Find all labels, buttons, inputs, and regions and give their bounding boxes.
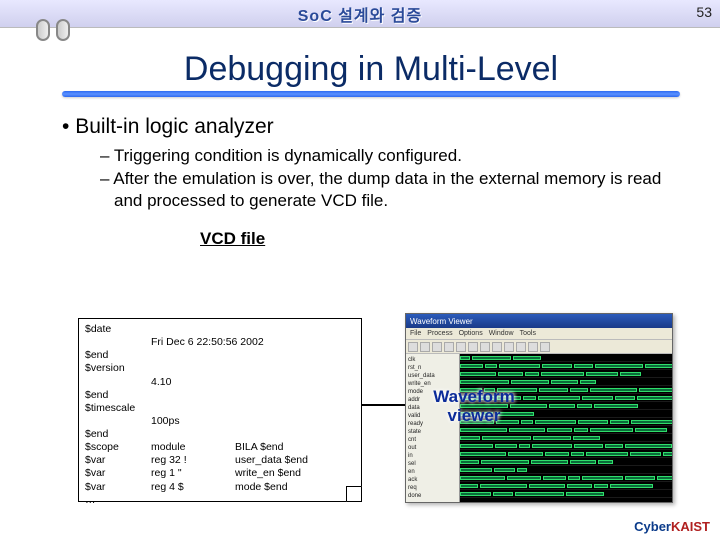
vcd-var2-name: write_en $end — [235, 467, 301, 480]
vcd-var3-name: mode $end — [235, 481, 288, 494]
bullet-level2-2: After the emulation is over, the dump da… — [100, 168, 686, 211]
vcd-date-val: Fri Dec 6 22:50:56 2002 — [151, 336, 264, 349]
vcd-var2-key: $var — [85, 467, 151, 480]
vcd-var1-name: user_data $end — [235, 454, 308, 467]
vcd-var1-key: $var — [85, 454, 151, 467]
vcd-var3-key: $var — [85, 481, 151, 494]
waveform-titlebar: Waveform Viewer — [406, 314, 672, 328]
vcd-end2: $end — [85, 389, 151, 402]
vcd-end1: $end — [85, 349, 151, 362]
bullet-level2-1: Triggering condition is dynamically conf… — [100, 145, 686, 166]
cyber-kaist-logo: CyberKAIST — [634, 519, 710, 534]
slide-title: Debugging in Multi-Level — [56, 50, 686, 89]
vcd-var1-type: reg 32 ! — [151, 454, 235, 467]
waveform-viewer-label: Waveform viewer — [424, 388, 524, 425]
vcd-var2-type: reg 1 " — [151, 467, 235, 480]
vcd-ellipsis: … — [85, 494, 151, 507]
vcd-scope-mod: module — [151, 441, 235, 454]
vcd-timescale-key: $timescale — [85, 402, 151, 415]
header-title: SoC 설계와 검증 — [298, 2, 423, 26]
bullet-level1: Built-in logic analyzer — [62, 115, 686, 139]
waveform-signal-list: clk rst_n user_data write_en mode addr d… — [406, 354, 460, 503]
title-underline — [62, 91, 680, 97]
vcd-file-title: VCD file — [200, 229, 686, 249]
waveform-toolbar — [406, 340, 672, 354]
vcd-scope-key: $scope — [85, 441, 151, 454]
vcd-version-val: 4.10 — [151, 376, 235, 389]
vcd-end3: $end — [85, 428, 151, 441]
page-number: 53 — [696, 4, 712, 20]
waveform-canvas — [460, 354, 672, 503]
waveform-menubar: File Process Options Window Tools — [406, 328, 672, 340]
vcd-version-key: $version — [85, 362, 151, 375]
vcd-scope-name: BILA $end — [235, 441, 283, 454]
vcd-timescale-val: 100ps — [151, 415, 235, 428]
binder-rings — [36, 19, 70, 41]
vcd-file-box: $date Fri Dec 6 22:50:56 2002 $end $vers… — [78, 318, 362, 502]
vcd-var3-type: reg 4 $ — [151, 481, 235, 494]
vcd-date-key: $date — [85, 323, 151, 336]
